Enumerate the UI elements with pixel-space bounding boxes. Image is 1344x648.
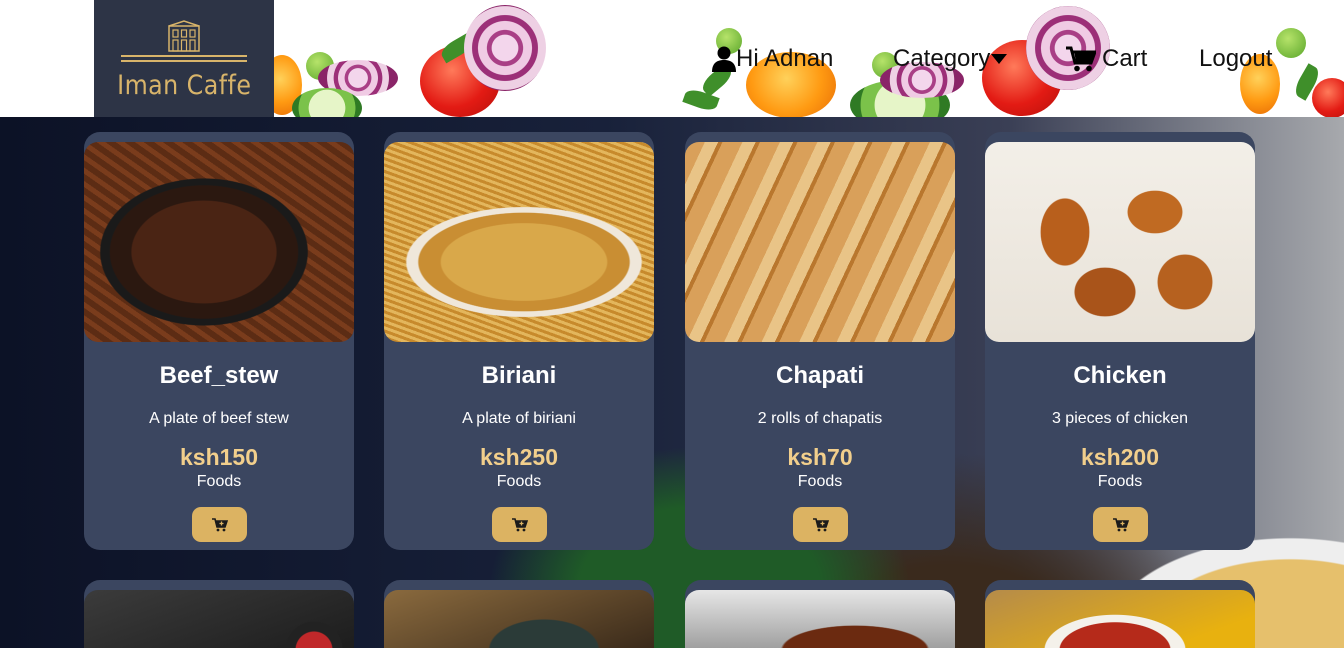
add-to-cart-icon [211,517,228,531]
product-price: ksh70 [787,444,853,470]
cart-label: Cart [1102,44,1148,72]
veg-decoration [1276,28,1306,58]
brand-logo[interactable]: Iman Caffe [94,0,274,117]
product-card: Chapati 2 rolls of chapatis ksh70 Foods [685,132,955,550]
product-card: Beef_stew A plate of beef stew ksh150 Fo… [84,132,354,550]
product-image[interactable] [84,590,354,648]
product-card [985,580,1255,648]
product-name: Chicken [1073,362,1167,389]
product-description: A plate of biriani [462,410,576,427]
veg-decoration [1312,78,1344,117]
add-to-cart-button[interactable] [793,507,848,542]
add-to-cart-button[interactable] [1093,507,1148,542]
caret-down-icon [991,53,1008,64]
veg-decoration [464,5,546,91]
product-price: ksh150 [179,444,258,470]
product-price: ksh250 [479,444,558,470]
nav-logout-link[interactable]: Logout [1199,0,1272,117]
product-category: Foods [496,473,542,490]
logout-label: Logout [1199,44,1273,72]
product-image-chapati[interactable] [685,142,955,342]
logo-rule [121,55,247,57]
product-name: Biriani [481,362,557,389]
add-to-cart-icon [511,517,528,531]
product-description: A plate of beef stew [149,410,289,427]
product-category: Foods [797,473,843,490]
add-to-cart-button[interactable] [192,507,247,542]
logo-rule [121,60,247,62]
product-name: Beef_stew [159,362,279,389]
product-price: ksh200 [1080,444,1159,470]
product-card: Biriani A plate of biriani ksh250 Foods [384,132,654,550]
product-image[interactable] [685,590,955,648]
product-image-chicken[interactable] [985,142,1255,342]
top-header: Iman Caffe Hi Adnan Category Cart Logout [0,0,1344,117]
add-to-cart-icon [1112,517,1129,531]
product-description: 2 rolls of chapatis [757,410,883,427]
product-card [685,580,955,648]
product-category: Foods [196,473,242,490]
product-description: 3 pieces of chicken [1051,410,1189,427]
product-image-biriani[interactable] [384,142,654,342]
shopping-cart-icon [1066,46,1096,71]
category-label: Category [893,44,991,72]
user-greeting-label: Hi Adnan [736,44,834,72]
product-card: Chicken 3 pieces of chicken ksh200 Foods [985,132,1255,550]
add-to-cart-icon [812,517,829,531]
nav-user-greeting[interactable]: Hi Adnan [712,0,833,117]
product-image-beef-stew[interactable] [84,142,354,342]
product-category: Foods [1097,473,1143,490]
product-card [384,580,654,648]
nav-cart-link[interactable]: Cart [1066,0,1147,117]
add-to-cart-button[interactable] [492,507,547,542]
product-image[interactable] [384,590,654,648]
cafe-building-icon [168,20,200,52]
nav-category-dropdown[interactable]: Category [893,0,1008,117]
product-name: Chapati [775,362,864,389]
user-icon [712,46,736,72]
product-image[interactable] [985,590,1255,648]
product-card [84,580,354,648]
brand-name: Iman Caffe [116,70,252,101]
